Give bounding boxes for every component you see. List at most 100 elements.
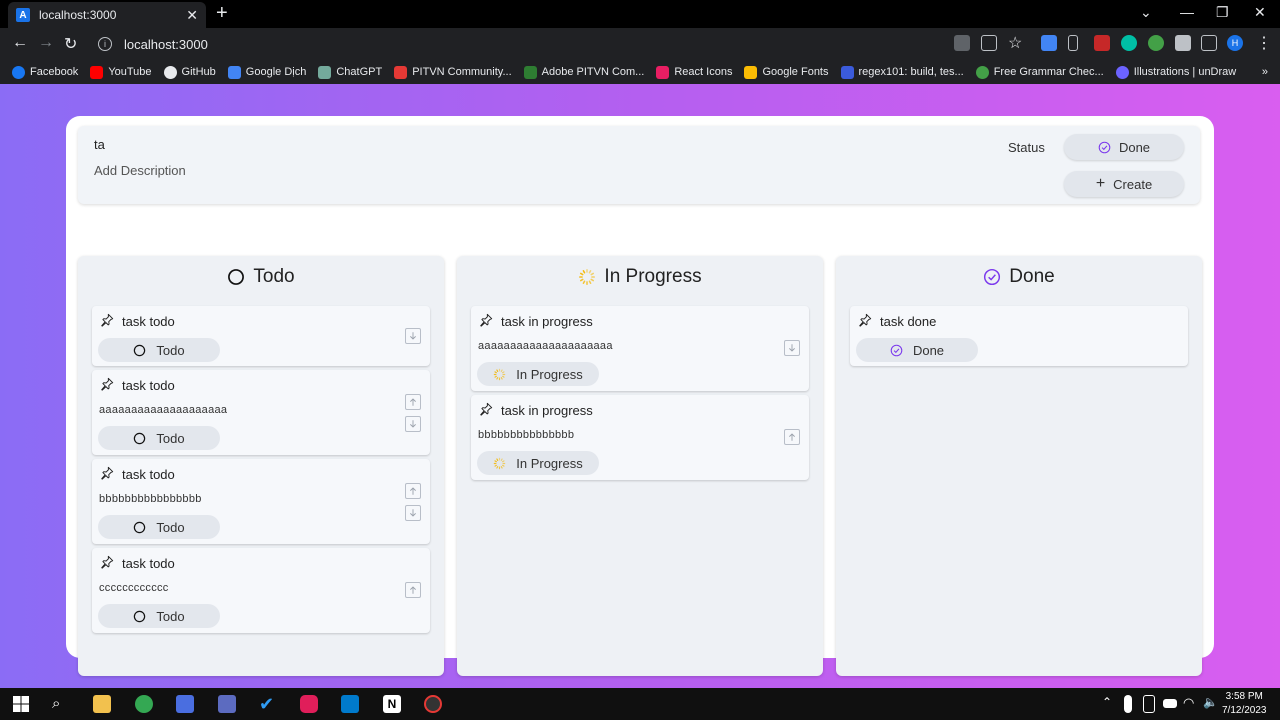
move-up-button[interactable] [405, 394, 421, 410]
task-status-button[interactable]: Todo [98, 515, 220, 539]
task-card[interactable]: task todo Todo [92, 306, 430, 366]
reload-icon[interactable]: ↻ [64, 34, 77, 54]
todo-app-icon[interactable]: ✔ [259, 695, 277, 713]
battery-icon[interactable] [1163, 699, 1177, 708]
task-status-button[interactable]: Todo [98, 426, 220, 450]
move-down-button[interactable] [784, 340, 800, 356]
bookmark-item[interactable]: Facebook [12, 65, 78, 79]
tab-close-icon[interactable]: ✕ [186, 7, 198, 24]
react-icons-icon [656, 65, 670, 79]
bookmark-item[interactable]: YouTube [90, 65, 152, 79]
task-description: aaaaaaaaaaaaaaaaaaaaa [478, 340, 613, 352]
site-info-icon[interactable]: i [98, 37, 112, 51]
bookmark-item[interactable]: PITVN Community... [394, 65, 512, 79]
forward-icon[interactable]: → [38, 34, 54, 52]
bookmarks-overflow-icon[interactable]: » [1262, 66, 1268, 78]
pin-icon [480, 313, 493, 327]
search-icon[interactable]: ⌕ [52, 695, 70, 713]
task-card[interactable]: task done Done [850, 306, 1188, 366]
grammar-ext-icon[interactable] [1148, 35, 1164, 51]
move-up-button[interactable] [784, 429, 800, 445]
notes-icon[interactable] [1143, 695, 1155, 713]
move-up-button[interactable] [405, 582, 421, 598]
share-icon[interactable] [981, 35, 997, 51]
tab-search-icon[interactable]: ⌄ [1140, 4, 1152, 21]
task-title-input[interactable] [94, 132, 974, 156]
task-title: task todo [122, 378, 175, 393]
profile-avatar[interactable]: H [1227, 35, 1243, 51]
maximize-icon[interactable]: ❐ [1216, 4, 1229, 21]
url-field[interactable]: i localhost:3000 [92, 31, 942, 57]
side-panel-icon[interactable] [1201, 35, 1217, 51]
bookmark-item[interactable]: Adobe PITVN Com... [523, 65, 644, 79]
ext-teal-icon[interactable] [1121, 35, 1137, 51]
task-status-button[interactable]: Todo [98, 338, 220, 362]
back-icon[interactable]: ← [12, 34, 28, 52]
github-icon [163, 65, 177, 79]
google-fonts-icon [744, 65, 758, 79]
vscode-icon[interactable] [341, 695, 359, 713]
windows-taskbar: ⌕ ✔ N ⌃ ◠ 🔈 3:58 PM 7/12/2023 [0, 688, 1280, 720]
mobile-ext-icon[interactable] [1068, 35, 1078, 51]
create-button[interactable]: + Create [1064, 171, 1184, 197]
pin-wrap[interactable] [100, 555, 114, 574]
new-tab-icon[interactable]: + [216, 3, 228, 23]
minimize-icon[interactable]: — [1180, 4, 1194, 20]
bookmark-label: YouTube [108, 66, 152, 78]
task-card[interactable]: task in progress aaaaaaaaaaaaaaaaaaaaa In … [471, 306, 809, 391]
grammar-icon [975, 65, 989, 79]
microphone-icon[interactable] [1124, 695, 1132, 713]
system-clock[interactable]: 3:58 PM 7/12/2023 [1222, 690, 1267, 718]
task-status-button[interactable]: Todo [98, 604, 220, 628]
pin-wrap[interactable] [100, 313, 114, 332]
pin-wrap[interactable] [100, 377, 114, 396]
pen-ext-icon[interactable] [1094, 35, 1110, 51]
task-status-button[interactable]: Done [856, 338, 978, 362]
notion-icon[interactable]: N [383, 695, 401, 713]
chrome-icon[interactable] [135, 695, 153, 713]
translate-icon[interactable] [954, 35, 970, 51]
task-description-input[interactable] [94, 158, 974, 182]
bookmark-item[interactable]: GitHub [163, 65, 216, 79]
github-desktop-icon[interactable] [424, 695, 442, 713]
pin-wrap[interactable] [858, 313, 872, 332]
windows-start-icon[interactable] [12, 695, 30, 713]
bookmark-star-icon[interactable]: ☆ [1008, 33, 1022, 53]
bookmark-item[interactable]: regex101: build, tes... [840, 65, 964, 79]
browser-tab-bar: A localhost:3000 ✕ + ⌄ — ❐ ✕ [0, 0, 1280, 28]
bookmark-label: GitHub [181, 66, 216, 78]
move-down-button[interactable] [405, 505, 421, 521]
bookmark-item[interactable]: Google Fonts [744, 65, 829, 79]
task-card[interactable]: task in progress bbbbbbbbbbbbbbb In Progre… [471, 395, 809, 480]
move-down-button[interactable] [405, 328, 421, 344]
move-down-button[interactable] [405, 416, 421, 432]
file-explorer-icon[interactable] [93, 695, 111, 713]
google-translate-ext-icon[interactable] [1041, 35, 1057, 51]
pin-wrap[interactable] [479, 402, 493, 421]
browser-tab[interactable]: A localhost:3000 ✕ [8, 2, 206, 28]
task-status-button[interactable]: In Progress [477, 362, 599, 386]
browser-menu-icon[interactable]: ⋮ [1256, 33, 1272, 53]
app-icon[interactable] [218, 695, 236, 713]
volume-icon[interactable]: 🔈 [1203, 695, 1221, 713]
bookmark-item[interactable]: ChatGPT [318, 65, 382, 79]
task-card[interactable]: task todo cccccccccccc Todo [92, 548, 430, 633]
bookmark-item[interactable]: Illustrations | unDraw [1115, 65, 1236, 79]
move-up-button[interactable] [405, 483, 421, 499]
task-card[interactable]: task todo bbbbbbbbbbbbbbbb Todo [92, 459, 430, 544]
bookmark-item[interactable]: Free Grammar Chec... [975, 65, 1104, 79]
bookmark-item[interactable]: React Icons [656, 65, 732, 79]
slack-icon[interactable] [300, 695, 318, 713]
bookmark-item[interactable]: Google Dịch [227, 65, 306, 79]
pin-wrap[interactable] [479, 313, 493, 332]
wifi-icon[interactable]: ◠ [1183, 695, 1201, 713]
task-status-button[interactable]: In Progress [477, 451, 599, 475]
teams-icon[interactable] [176, 695, 194, 713]
pin-wrap[interactable] [100, 466, 114, 485]
task-card[interactable]: task todo aaaaaaaaaaaaaaaaaaaa Todo [92, 370, 430, 455]
extensions-puzzle-icon[interactable] [1175, 35, 1191, 51]
window-close-icon[interactable]: ✕ [1254, 4, 1266, 21]
status-select[interactable]: Done [1064, 134, 1184, 160]
task-title: task done [880, 314, 937, 329]
tray-chevron-icon[interactable]: ⌃ [1102, 695, 1120, 713]
